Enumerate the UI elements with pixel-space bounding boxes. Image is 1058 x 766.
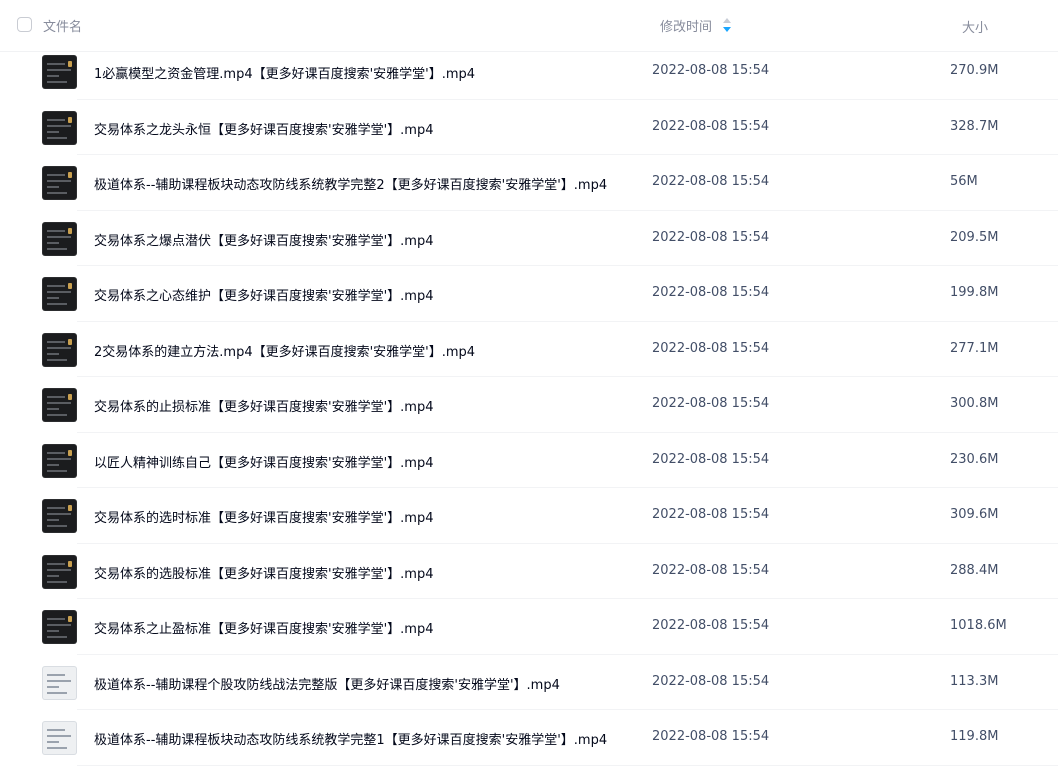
file-name[interactable]: 交易体系之龙头永恒【更多好课百度搜索'安雅学堂'】.mp4 (94, 119, 433, 138)
file-name[interactable]: 交易体系之心态维护【更多好课百度搜索'安雅学堂'】.mp4 (94, 285, 433, 304)
file-name[interactable]: 极道体系--辅助课程个股攻防线战法完整版【更多好课百度搜索'安雅学堂'】.mp4 (94, 674, 560, 693)
video-thumbnail[interactable] (42, 443, 77, 478)
video-thumbnail[interactable] (42, 277, 77, 311)
file-size: 270.9M (950, 63, 999, 78)
file-row[interactable]: 交易体系的选股标准【更多好课百度搜索'安雅学堂'】.mp4 2022-08-08 … (0, 544, 1058, 600)
file-modified-time: 2022-08-08 15:54 (652, 229, 770, 245)
file-row[interactable]: 交易体系之爆点潜伏【更多好课百度搜索'安雅学堂'】.mp4 2022-08-08 … (0, 211, 1058, 267)
file-row[interactable]: 2交易体系的建立方法.mp4【更多好课百度搜索'安雅学堂'】.mp4 2022-0… (0, 322, 1058, 378)
file-row[interactable]: 1必赢模型之资金管理.mp4【更多好课百度搜索'安雅学堂'】.mp4 2022-0… (0, 44, 1058, 100)
select-all-checkbox[interactable] (17, 17, 32, 32)
file-size: 300.8M (950, 396, 999, 411)
file-name[interactable]: 交易体系的止损标准【更多好课百度搜索'安雅学堂'】.mp4 (94, 396, 433, 415)
file-size: 277.1M (950, 340, 999, 356)
file-name[interactable]: 交易体系之止盈标准【更多好课百度搜索'安雅学堂'】.mp4 (94, 618, 433, 637)
file-row[interactable]: 交易体系之止盈标准【更多好课百度搜索'安雅学堂'】.mp4 2022-08-08 … (0, 599, 1058, 655)
file-modified-time: 2022-08-08 15:54 (652, 673, 770, 689)
file-modified-time: 2022-08-08 15:54 (652, 340, 770, 356)
file-size: 288.4M (950, 562, 999, 578)
column-header-filename[interactable]: 文件名 (43, 16, 82, 35)
file-modified-time: 2022-08-08 15:54 (652, 63, 770, 78)
video-thumbnail[interactable] (42, 499, 77, 533)
video-thumbnail[interactable] (42, 221, 77, 256)
file-name[interactable]: 交易体系之爆点潜伏【更多好课百度搜索'安雅学堂'】.mp4 (94, 230, 433, 249)
video-thumbnail[interactable] (42, 554, 77, 589)
file-name[interactable]: 交易体系的选时标准【更多好课百度搜索'安雅学堂'】.mp4 (94, 507, 433, 526)
file-row[interactable]: 极道体系--辅助课程个股攻防线战法完整版【更多好课百度搜索'安雅学堂'】.mp4… (0, 655, 1058, 711)
video-thumbnail[interactable] (42, 166, 77, 200)
video-thumbnail[interactable] (42, 610, 77, 644)
file-row[interactable]: 交易体系的选时标准【更多好课百度搜索'安雅学堂'】.mp4 2022-08-08 … (0, 488, 1058, 544)
file-size: 209.5M (950, 229, 999, 245)
file-size: 113.3M (950, 673, 999, 689)
file-list: 1必赢模型之资金管理.mp4【更多好课百度搜索'安雅学堂'】.mp4 2022-0… (0, 44, 1058, 766)
file-row[interactable]: 交易体系的止损标准【更多好课百度搜索'安雅学堂'】.mp4 2022-08-08 … (0, 377, 1058, 433)
file-size: 56M (950, 174, 978, 189)
file-name[interactable]: 极道体系--辅助课程板块动态攻防线系统教学完整1【更多好课百度搜索'安雅学堂'】… (94, 729, 607, 748)
file-size: 1018.6M (950, 618, 1007, 633)
file-modified-time: 2022-08-08 15:54 (652, 118, 770, 134)
video-thumbnail[interactable] (42, 110, 77, 145)
file-row[interactable]: 以匠人精神训练自己【更多好课百度搜索'安雅学堂'】.mp4 2022-08-08 … (0, 433, 1058, 489)
file-size: 230.6M (950, 451, 999, 467)
video-thumbnail[interactable] (42, 665, 77, 700)
file-name[interactable]: 1必赢模型之资金管理.mp4【更多好课百度搜索'安雅学堂'】.mp4 (94, 63, 475, 82)
video-thumbnail[interactable] (42, 721, 77, 755)
video-thumbnail[interactable] (42, 55, 77, 89)
file-modified-time: 2022-08-08 15:54 (652, 451, 770, 467)
file-row[interactable]: 极道体系--辅助课程板块动态攻防线系统教学完整2【更多好课百度搜索'安雅学堂'】… (0, 155, 1058, 211)
file-row[interactable]: 交易体系之龙头永恒【更多好课百度搜索'安雅学堂'】.mp4 2022-08-08 … (0, 100, 1058, 156)
video-thumbnail[interactable] (42, 388, 77, 422)
file-size: 199.8M (950, 285, 999, 300)
column-header-modified-time[interactable]: 修改时间 (660, 16, 712, 35)
file-modified-time: 2022-08-08 15:54 (652, 562, 770, 578)
file-size: 328.7M (950, 118, 999, 134)
file-size: 119.8M (950, 729, 999, 744)
file-modified-time: 2022-08-08 15:54 (652, 285, 770, 300)
file-modified-time: 2022-08-08 15:54 (652, 396, 770, 411)
file-modified-time: 2022-08-08 15:54 (652, 174, 770, 189)
file-row[interactable]: 极道体系--辅助课程板块动态攻防线系统教学完整1【更多好课百度搜索'安雅学堂'】… (0, 710, 1058, 766)
file-name[interactable]: 极道体系--辅助课程板块动态攻防线系统教学完整2【更多好课百度搜索'安雅学堂'】… (94, 174, 607, 193)
file-modified-time: 2022-08-08 15:54 (652, 729, 770, 744)
column-header-size[interactable]: 大小 (962, 17, 988, 36)
file-modified-time: 2022-08-08 15:54 (652, 618, 770, 633)
file-modified-time: 2022-08-08 15:54 (652, 507, 770, 522)
file-name[interactable]: 以匠人精神训练自己【更多好课百度搜索'安雅学堂'】.mp4 (94, 452, 433, 471)
file-size: 309.6M (950, 507, 999, 522)
file-row[interactable]: 交易体系之心态维护【更多好课百度搜索'安雅学堂'】.mp4 2022-08-08 … (0, 266, 1058, 322)
sort-arrows-icon[interactable] (722, 17, 732, 33)
file-name[interactable]: 2交易体系的建立方法.mp4【更多好课百度搜索'安雅学堂'】.mp4 (94, 341, 475, 360)
video-thumbnail[interactable] (42, 332, 77, 367)
file-name[interactable]: 交易体系的选股标准【更多好课百度搜索'安雅学堂'】.mp4 (94, 563, 433, 582)
